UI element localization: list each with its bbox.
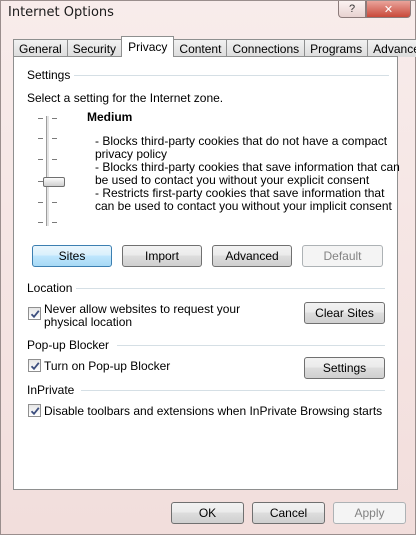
tab-general[interactable]: General [13, 39, 68, 57]
inprivate-checkbox[interactable] [28, 404, 41, 417]
window-title: Internet Options [8, 5, 114, 20]
tab-programs[interactable]: Programs [304, 39, 369, 57]
cancel-button[interactable]: Cancel [252, 502, 325, 524]
default-button[interactable]: Default [302, 245, 383, 267]
help-button[interactable]: ? [338, 1, 366, 18]
advanced-button[interactable]: Advanced [212, 245, 292, 267]
popup-settings-button[interactable]: Settings [304, 357, 385, 379]
popup-blocker-checkbox[interactable] [28, 359, 41, 372]
slider-tick [38, 202, 43, 203]
privacy-level-slider[interactable] [46, 116, 50, 226]
tab-privacy[interactable]: Privacy [121, 36, 175, 57]
slider-thumb[interactable] [43, 177, 65, 187]
settings-group-label: Settings [27, 68, 75, 82]
level-description-line: - Blocks third-party cookies that save i… [95, 160, 400, 174]
slider-tick [52, 202, 57, 203]
tab-security[interactable]: Security [66, 39, 123, 57]
location-checkbox-label: physical location [44, 315, 133, 329]
checkmark-icon [30, 309, 40, 318]
slider-tick [38, 138, 43, 139]
slider-tick [52, 159, 57, 160]
inprivate-group-label: InPrivate [27, 383, 79, 397]
slider-tick [52, 222, 57, 223]
ok-button[interactable]: OK [171, 502, 244, 524]
import-button[interactable]: Import [122, 245, 202, 267]
privacy-panel [13, 56, 398, 490]
inprivate-divider [81, 390, 385, 391]
location-group-label: Location [27, 281, 77, 295]
clear-sites-button[interactable]: Clear Sites [304, 302, 385, 324]
apply-button[interactable]: Apply [333, 502, 406, 524]
checkmark-icon [30, 406, 40, 415]
level-description-line: privacy policy [95, 147, 168, 161]
level-description-line: be used to contact you without your expl… [95, 173, 370, 187]
slider-tick [38, 118, 43, 119]
zone-instruction: Select a setting for the Internet zone. [27, 91, 224, 105]
tab-advanced[interactable]: Advanced [367, 39, 416, 57]
popup-group-label: Pop-up Blocker [27, 338, 114, 352]
slider-tick [38, 159, 43, 160]
level-description-line: can be used to contact you without your … [95, 199, 392, 213]
popup-divider [117, 345, 385, 346]
tab-content[interactable]: Content [173, 39, 228, 57]
slider-tick [52, 118, 57, 119]
close-button[interactable]: ✕ [366, 1, 411, 18]
tab-connections[interactable]: Connections [226, 39, 306, 57]
popup-blocker-label: Turn on Pop-up Blocker [44, 359, 171, 373]
location-checkbox-label: Never allow websites to request your [44, 302, 241, 316]
sites-button[interactable]: Sites [32, 245, 112, 267]
privacy-level-name: Medium [87, 110, 133, 124]
location-divider [73, 288, 385, 289]
level-description-line: - Blocks third-party cookies that do not… [95, 134, 388, 148]
settings-divider [71, 75, 389, 76]
level-description-line: - Restricts first-party cookies that sav… [95, 186, 385, 200]
slider-tick [52, 138, 57, 139]
checkmark-icon [30, 361, 40, 370]
internet-options-dialog: Internet Options ? ✕ General Security Pr… [0, 0, 416, 535]
location-checkbox[interactable] [28, 307, 41, 320]
tab-strip: General Security Privacy Content Connect… [13, 36, 416, 57]
slider-tick [38, 222, 43, 223]
inprivate-label: Disable toolbars and extensions when InP… [44, 404, 383, 418]
